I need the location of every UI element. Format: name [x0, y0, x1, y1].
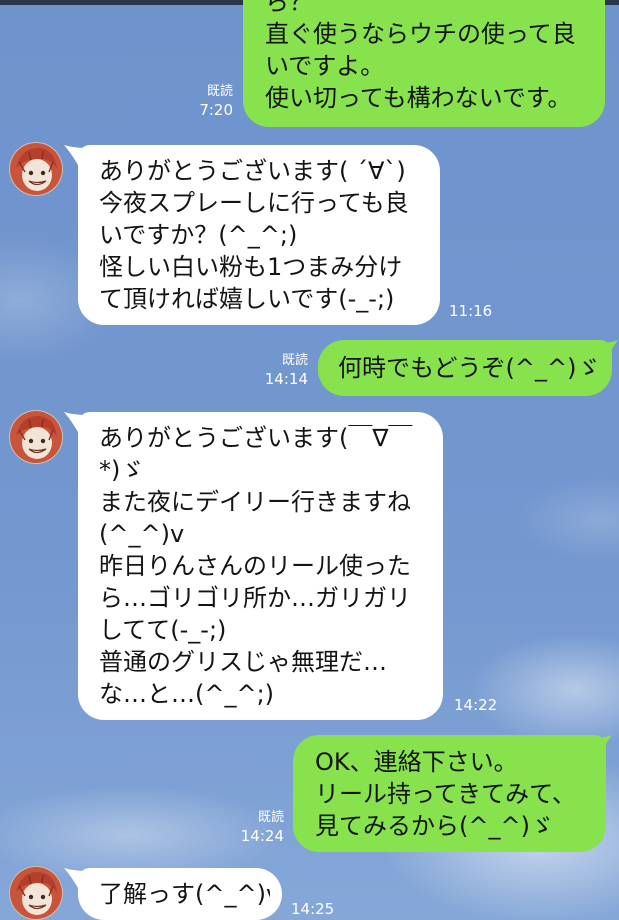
received-message-bubble[interactable]: 了解っす(^_^)v — [78, 868, 282, 920]
avatar[interactable] — [9, 142, 63, 196]
message-line: な…と…(^_^;) — [99, 680, 275, 708]
message-line: 使い切っても構わないです。 — [265, 84, 572, 112]
timestamp: 7:20 — [199, 101, 233, 119]
timestamp: 14:22 — [454, 696, 498, 714]
avatar-portrait-icon — [9, 410, 63, 464]
read-receipt: 既読 — [281, 353, 308, 368]
message-line: 見てみるから(^_^)ゞ — [315, 812, 554, 840]
read-receipt: 既読 — [257, 810, 284, 825]
message-line: ありがとうございます( ´∀`) — [99, 157, 406, 185]
avatar-portrait-icon — [9, 142, 63, 196]
message-text: ら？ 直ぐ使うならウチの使って良 いですよ。 使い切っても構わないです。 — [265, 0, 589, 114]
message-text: ありがとうございます( ´∀`) 今夜スプレーしに行っても良 いですか？(^_^… — [99, 155, 426, 315]
message-line: (^_^)v — [99, 520, 185, 548]
message-line: OK、連絡下さい。 — [315, 748, 518, 776]
timestamp: 11:16 — [449, 302, 493, 320]
message-line: 昨日りんさんのリール使った — [99, 552, 411, 580]
received-message-bubble[interactable]: ありがとうございます( ´∀`) 今夜スプレーしに行っても良 いですか？(^_^… — [78, 145, 440, 325]
message-meta: 既読 7:20 — [177, 83, 233, 120]
timestamp: 14:24 — [240, 827, 284, 845]
read-receipt: 既読 — [206, 84, 233, 99]
message-text: 何時でもどうぞ(^_^)ゞ — [338, 352, 598, 384]
message-text: 了解っす(^_^)v — [99, 878, 270, 910]
message-line: 何時でもどうぞ(^_^)ゞ — [338, 354, 598, 382]
message-line: て頂ければ嬉しいです(-_-;) — [99, 285, 395, 313]
message-meta: 既読 14:24 — [228, 809, 284, 846]
message-line: *)ゞ — [99, 456, 145, 484]
message-line: 了解っす(^_^)v — [99, 880, 270, 908]
message-line: また夜にデイリー行きますね — [99, 488, 411, 516]
message-line: ありがとうございます(￣∇￣ — [99, 424, 413, 452]
message-text: OK、連絡下さい。 リール持ってきてみて、 見てみるから(^_^)ゞ — [315, 746, 592, 842]
received-message-bubble[interactable]: ありがとうございます(￣∇￣ *)ゞ また夜にデイリー行きますね (^_^)v … — [78, 412, 443, 720]
timestamp: 14:25 — [291, 900, 335, 918]
timestamp: 14:14 — [264, 370, 308, 388]
message-line: してて(-_-;) — [99, 616, 227, 644]
message-line: ら…ゴリゴリ所か…ガリガリ — [99, 584, 411, 612]
message-line: リール持ってきてみて、 — [315, 780, 576, 808]
sent-message-bubble[interactable]: ら？ 直ぐ使うならウチの使って良 いですよ。 使い切っても構わないです。 — [243, 0, 605, 127]
message-meta: 既読 14:14 — [252, 352, 308, 389]
message-line: 怪しい白い粉も1つまみ分け — [99, 253, 403, 281]
avatar-portrait-icon — [9, 866, 63, 920]
message-line: いですよ。 — [265, 52, 385, 80]
message-text: ありがとうございます(￣∇￣ *)ゞ また夜にデイリー行きますね (^_^)v … — [99, 422, 431, 710]
message-line: いですか？(^_^;) — [99, 221, 298, 249]
avatar[interactable] — [9, 866, 63, 920]
sent-message-bubble[interactable]: OK、連絡下さい。 リール持ってきてみて、 見てみるから(^_^)ゞ — [293, 735, 606, 852]
message-line: 今夜スプレーしに行っても良 — [99, 189, 409, 217]
message-line: ら？ — [265, 0, 313, 16]
sent-message-bubble[interactable]: 何時でもどうぞ(^_^)ゞ — [318, 340, 612, 396]
avatar[interactable] — [9, 410, 63, 464]
message-line: 直ぐ使うならウチの使って良 — [265, 20, 576, 48]
message-line: 普通のグリスじゃ無理だ… — [99, 648, 387, 676]
